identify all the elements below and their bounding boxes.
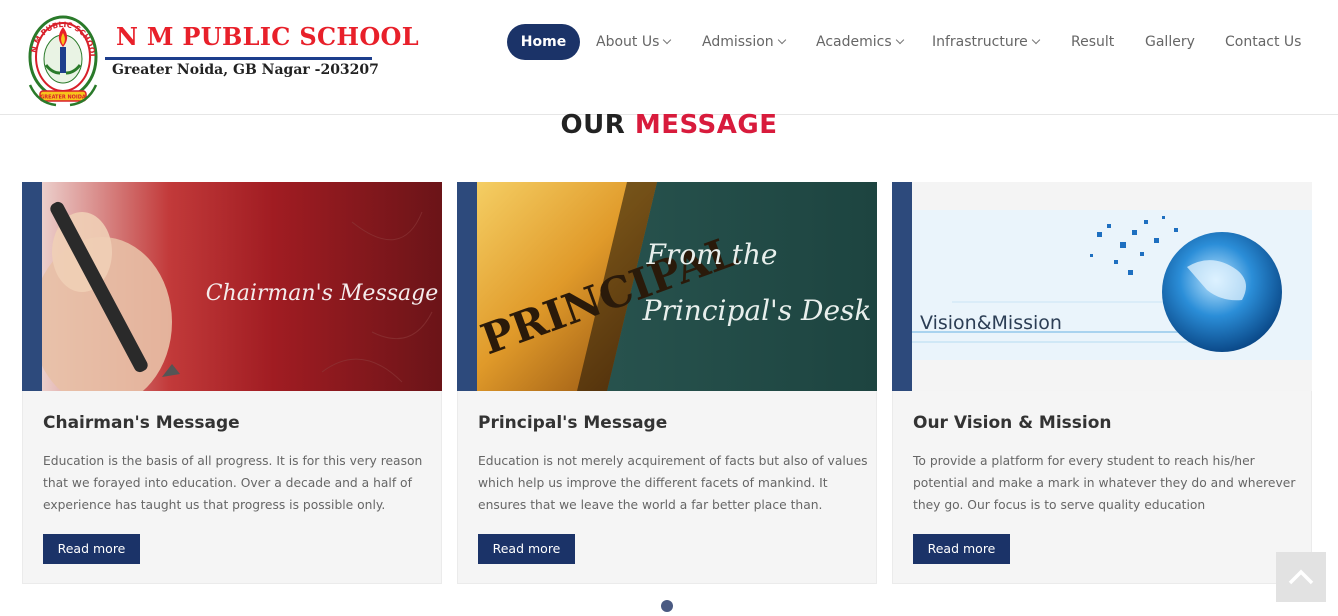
nav-home[interactable]: Home <box>507 24 580 60</box>
nav-label: Result <box>1071 34 1115 50</box>
card-image[interactable]: PRINCIPAL From the Principal's Desk <box>457 182 877 391</box>
school-address: Greater Noida, GB Nagar -203207 <box>112 62 379 78</box>
card-image[interactable]: Chairman's Message <box>22 182 442 391</box>
read-more-button[interactable]: Read more <box>43 534 140 564</box>
nav-result[interactable]: Result <box>1071 24 1114 60</box>
chevron-down-icon <box>895 35 904 45</box>
nav-admission[interactable]: Admission <box>702 24 786 60</box>
card-image[interactable]: Vision&Mission <box>892 182 1312 391</box>
chevron-up-icon <box>1288 569 1314 585</box>
nav-label: About Us <box>596 34 660 50</box>
section-heading-part2: MESSAGE <box>634 110 778 140</box>
card-text: Education is the basis of all progress. … <box>43 454 423 512</box>
carousel-dot-icon[interactable] <box>661 600 673 612</box>
card-accent-bar <box>892 182 912 391</box>
emblem-motto: GREATER NOIDA <box>40 95 86 101</box>
chevron-down-icon <box>777 35 786 45</box>
chevron-down-icon <box>1031 35 1041 45</box>
banner-caption: Chairman's Message <box>206 281 439 306</box>
site-header: N M PUBLIC SCHOOL GREATER NOIDA N M PUBL… <box>0 0 1338 115</box>
card-title[interactable]: Chairman's Message <box>43 413 240 433</box>
card-accent-bar <box>22 182 42 391</box>
main-nav: Home About Us Admission Academics Infras… <box>0 24 1338 60</box>
message-card-chairman: Chairman's Message Chairman's Message Ed… <box>22 182 442 584</box>
principal-banner-image: PRINCIPAL From the Principal's Desk <box>457 182 877 391</box>
nav-infrastructure[interactable]: Infrastructure <box>932 24 1041 60</box>
banner-caption-line1: From the <box>646 238 778 271</box>
chairman-banner-image: Chairman's Message <box>22 182 442 391</box>
card-text: To provide a platform for every student … <box>913 454 1296 512</box>
section-heading: OUR MESSAGE <box>0 110 1338 140</box>
read-more-button[interactable]: Read more <box>478 534 575 564</box>
read-more-button[interactable]: Read more <box>913 534 1010 564</box>
nav-label: Admission <box>702 34 774 50</box>
message-card-principal: PRINCIPAL From the Principal's Desk Prin… <box>457 182 877 584</box>
nav-contact-us[interactable]: Contact Us <box>1225 24 1301 60</box>
back-to-top-button[interactable] <box>1276 552 1326 602</box>
banner-caption: Vision&Mission <box>920 312 1062 334</box>
card-text: Education is not merely acquirement of f… <box>478 454 868 512</box>
card-title[interactable]: Our Vision & Mission <box>913 413 1112 433</box>
vision-banner-image: Vision&Mission <box>892 182 1312 391</box>
nav-label: Gallery <box>1145 34 1195 50</box>
nav-label: Contact Us <box>1225 34 1302 50</box>
nav-label: Academics <box>816 34 892 50</box>
nav-label: Infrastructure <box>932 34 1028 50</box>
chevron-down-icon <box>663 35 672 45</box>
nav-label: Home <box>520 34 567 50</box>
card-accent-bar <box>457 182 477 391</box>
card-title[interactable]: Principal's Message <box>478 413 667 433</box>
nav-academics[interactable]: Academics <box>816 24 904 60</box>
banner-caption-line2: Principal's Desk <box>642 294 872 327</box>
nav-about-us[interactable]: About Us <box>596 24 672 60</box>
section-heading-part1: OUR <box>560 110 626 140</box>
nav-gallery[interactable]: Gallery <box>1145 24 1195 60</box>
message-card-vision: Vision&Mission Our Vision & Mission To p… <box>892 182 1312 584</box>
